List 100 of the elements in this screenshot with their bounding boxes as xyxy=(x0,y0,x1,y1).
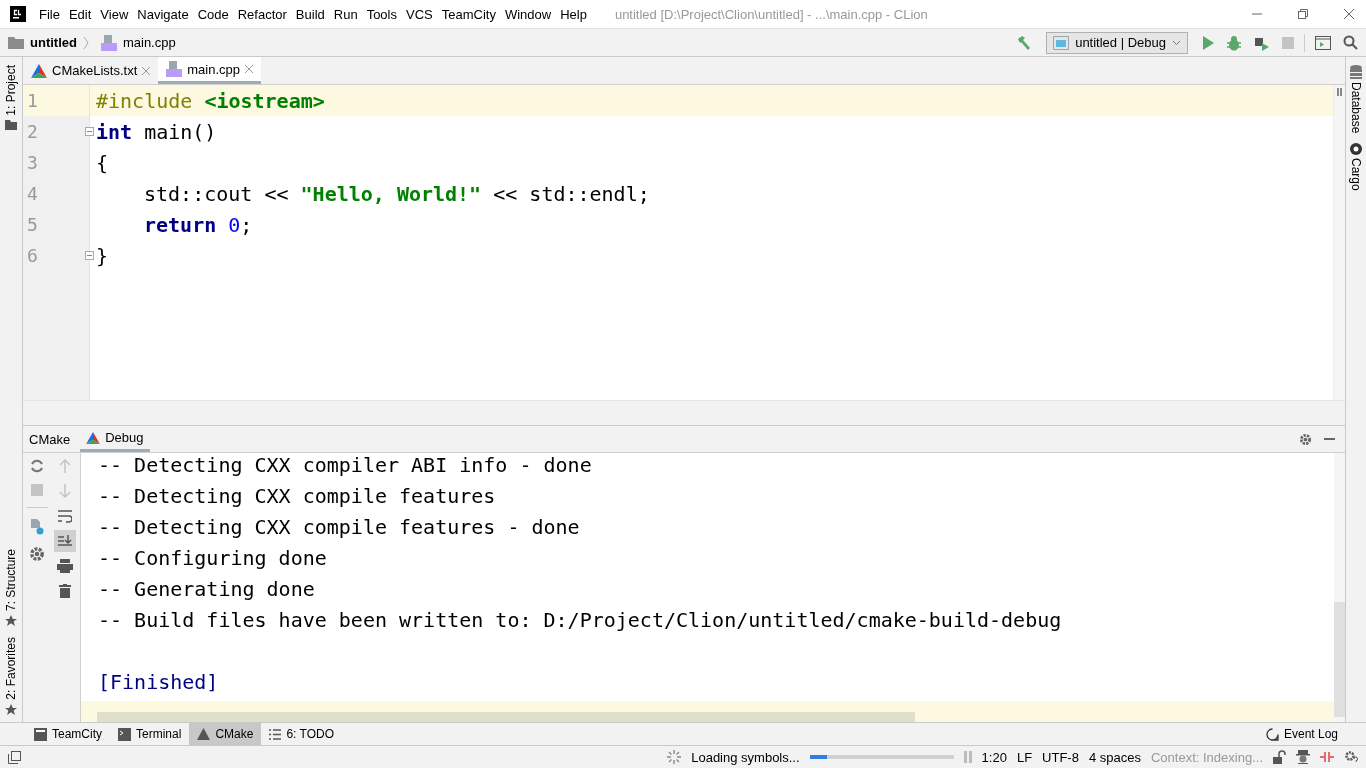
console-line: [Finished] xyxy=(98,670,220,696)
run-icon[interactable] xyxy=(1202,35,1214,50)
terminal-icon xyxy=(118,727,131,741)
breadcrumb[interactable]: untitled xyxy=(30,35,77,50)
inspector-icon[interactable] xyxy=(1296,750,1310,764)
file-settings-icon[interactable] xyxy=(29,519,45,535)
code-line: std::cout << "Hello, World!" << std::endl; xyxy=(144,181,650,206)
breadcrumb[interactable]: main.cpp xyxy=(122,35,176,50)
fold-marker-icon[interactable] xyxy=(85,127,94,136)
window-icon xyxy=(1053,35,1070,50)
ring-icon xyxy=(1350,143,1362,156)
soft-wrap-icon[interactable] xyxy=(58,509,72,523)
spinner-icon xyxy=(667,750,682,764)
tool-window-tab[interactable]: CMake xyxy=(23,426,77,452)
menu-item[interactable]: Edit xyxy=(65,6,98,22)
code-line: int main() xyxy=(96,119,217,144)
context-indicator: Context: Indexing... xyxy=(1151,749,1263,765)
search-icon[interactable] xyxy=(1343,35,1358,50)
pause-icon[interactable] xyxy=(963,751,972,763)
line-separator[interactable]: LF xyxy=(1016,749,1033,765)
menu-item[interactable]: Refactor xyxy=(234,6,293,22)
trash-icon[interactable] xyxy=(59,584,71,598)
menu-item[interactable]: Navigate xyxy=(134,6,195,22)
console-line: -- Detecting CXX compile features - done xyxy=(98,515,581,541)
close-icon[interactable] xyxy=(142,66,151,75)
code-line: return 0; xyxy=(144,212,253,237)
close-icon[interactable] xyxy=(245,65,253,73)
status-text: Loading symbols... xyxy=(691,749,800,765)
menu-item[interactable]: VCS xyxy=(403,6,439,22)
reload-icon[interactable] xyxy=(30,459,44,473)
tool-window-button[interactable]: CMake xyxy=(189,723,262,745)
code-line: { xyxy=(96,150,109,175)
line-number: 2 xyxy=(27,121,38,142)
bug-icon[interactable] xyxy=(1226,34,1242,51)
scroll-to-end-icon[interactable] xyxy=(54,530,76,552)
menu-item[interactable]: TeamCity xyxy=(438,6,502,22)
cmake-triangle-icon xyxy=(86,431,101,444)
code-line: } xyxy=(96,243,109,268)
arrow-down-icon[interactable] xyxy=(59,484,71,498)
cmake-triangle-icon xyxy=(31,63,47,78)
menu-item[interactable]: Run xyxy=(330,6,364,22)
settings-help-icon[interactable] xyxy=(1344,750,1358,764)
console-line: -- Configuring done xyxy=(98,546,328,572)
star-icon xyxy=(5,615,17,628)
window-title: untitled [D:\Project\Clion\untitled] - ...\main.cpp - CLion xyxy=(614,6,929,22)
tool-window-button[interactable]: Terminal xyxy=(110,723,190,745)
fold-marker-icon[interactable] xyxy=(85,251,94,260)
tool-window-button[interactable]: 6: TODO xyxy=(261,723,342,745)
tool-window-tab[interactable]: Cargo xyxy=(1349,143,1363,192)
tool-window-tab[interactable]: 2: Favorites xyxy=(4,637,18,716)
menu-item[interactable]: Code xyxy=(194,6,235,22)
terminal-window-icon[interactable] xyxy=(1315,35,1331,50)
menu-item[interactable]: Help xyxy=(557,6,593,22)
menu-item[interactable]: File xyxy=(36,6,66,22)
restore-icon[interactable] xyxy=(1298,9,1308,19)
tool-window-button[interactable]: TeamCity xyxy=(26,723,110,745)
menu-item[interactable]: View xyxy=(97,6,135,22)
folder-icon xyxy=(5,119,17,130)
cpp-file-icon xyxy=(100,34,117,51)
hammer-icon[interactable] xyxy=(1016,34,1033,51)
caret-position[interactable]: 1:20 xyxy=(981,749,1007,765)
line-number: 4 xyxy=(27,183,38,204)
settings-icon[interactable] xyxy=(1299,432,1312,446)
run-configuration-dropdown[interactable]: untitled | Debug xyxy=(1046,31,1188,54)
line-number: 3 xyxy=(27,152,38,173)
console-line: -- Generating done xyxy=(98,577,316,603)
code-line: #include <iostream> xyxy=(96,88,325,113)
star-icon xyxy=(5,704,17,716)
editor-tab[interactable]: CMakeLists.txt xyxy=(23,57,159,84)
editor-tab[interactable]: main.cpp xyxy=(158,57,261,84)
menu-item[interactable]: Tools xyxy=(363,6,403,22)
scrollbar-thumb[interactable] xyxy=(1334,602,1345,717)
console-line: -- Detecting CXX compiler ABI info - done xyxy=(98,453,593,479)
stop-icon[interactable] xyxy=(1282,36,1294,49)
tool-windows-toggle-icon[interactable] xyxy=(8,750,21,764)
line-number: 1 xyxy=(27,90,38,111)
scrollbar-thumb[interactable] xyxy=(97,712,915,722)
file-encoding[interactable]: UTF-8 xyxy=(1042,749,1079,765)
arrow-up-icon[interactable] xyxy=(59,459,71,473)
database-icon xyxy=(1350,65,1362,79)
print-icon[interactable] xyxy=(57,559,73,573)
tool-window-tab[interactable]: Database xyxy=(1349,65,1363,134)
line-number: 6 xyxy=(27,245,38,266)
menu-item[interactable]: Window xyxy=(501,6,558,22)
event-log-button[interactable]: Event Log xyxy=(1257,723,1346,745)
indent-setting[interactable]: 4 spaces xyxy=(1088,749,1141,765)
folder-icon xyxy=(8,36,24,49)
triangle-icon xyxy=(197,728,211,740)
chevron-icon xyxy=(82,35,89,50)
lock-icon[interactable] xyxy=(1273,750,1286,764)
menu-item[interactable]: Build xyxy=(292,6,331,22)
line-number: 5 xyxy=(27,214,38,235)
speech-bubble-icon xyxy=(1265,727,1279,741)
close-icon[interactable] xyxy=(1344,9,1354,19)
tool-window-tab[interactable]: 7: Structure xyxy=(4,549,18,628)
tool-window-tab[interactable]: 1: Project xyxy=(4,65,18,130)
settings-icon[interactable] xyxy=(29,546,45,562)
cpp-file-icon xyxy=(166,61,183,77)
split-icon[interactable] xyxy=(1320,752,1334,762)
console-line: -- Build files have been written to: D:/Project/Clion/untitled/cmake-build-debug xyxy=(98,608,1063,634)
